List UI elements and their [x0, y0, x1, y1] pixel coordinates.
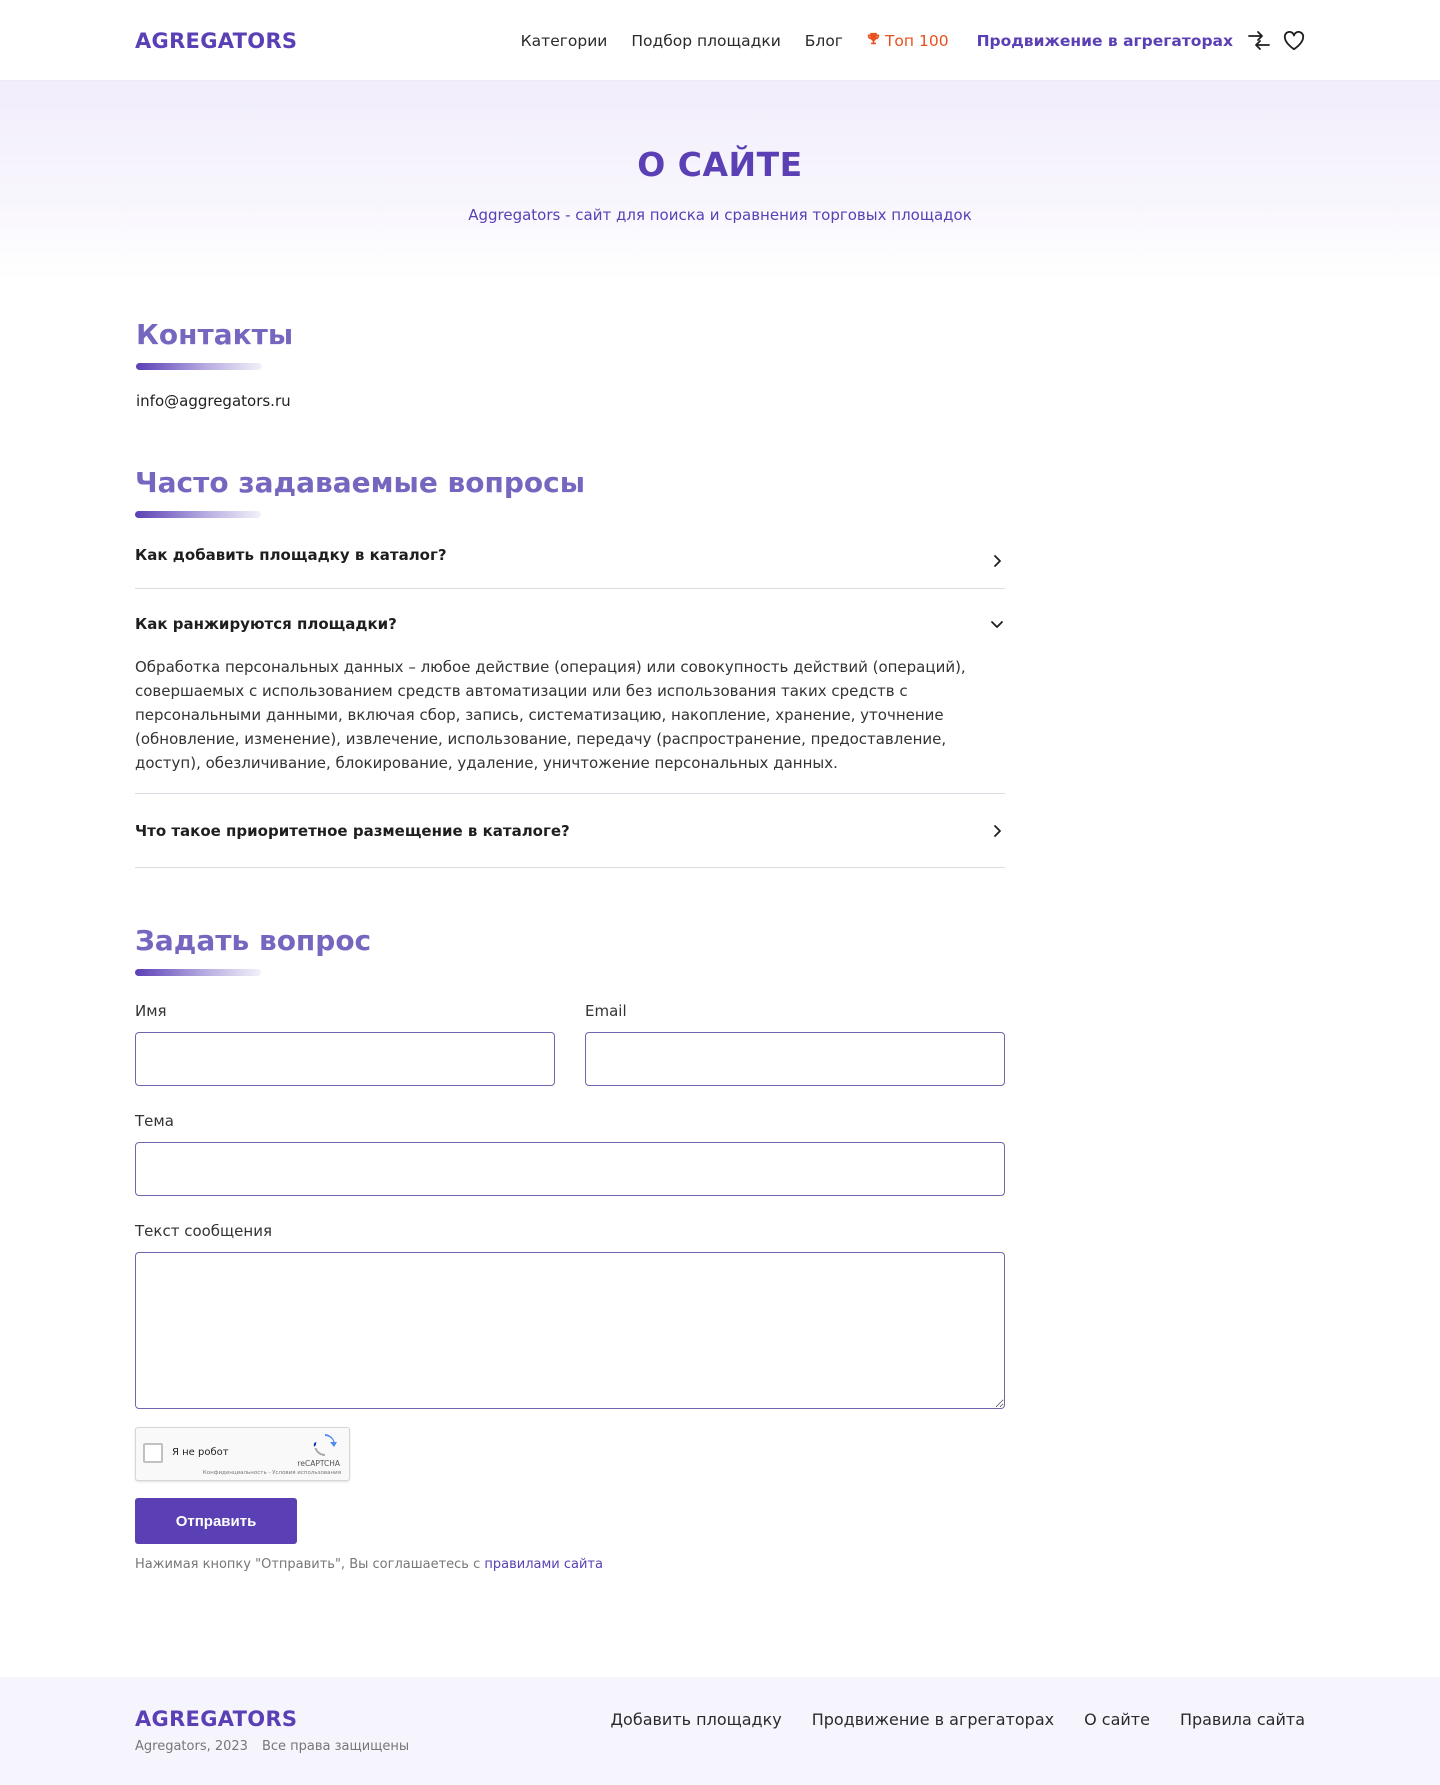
nav-promo[interactable]: Продвижение в агрегаторах: [977, 32, 1233, 50]
chevron-down-icon: [989, 616, 1005, 632]
contacts-title: Контакты: [136, 318, 294, 351]
recaptcha-widget: Я не робот reCAPTCHA Конфиденциальность …: [135, 1427, 350, 1481]
site-footer: AGREGATORS Agregators, 2023 Все права защ…: [0, 1677, 1440, 1785]
chevron-right-icon: [989, 553, 1005, 569]
name-label: Имя: [135, 1002, 167, 1020]
faq-question-toggle[interactable]: Как добавить площадку в каталог?: [135, 522, 1005, 588]
recaptcha-checkbox[interactable]: [143, 1443, 163, 1463]
faq-item: Как ранжируются площадки? Обработка перс…: [135, 589, 1005, 794]
subject-field: Тема: [135, 1112, 1305, 1196]
name-field: Имя: [135, 1002, 555, 1086]
footer-link-rules[interactable]: Правила сайта: [1180, 1710, 1305, 1754]
nav-top100-label: Топ 100: [884, 31, 949, 50]
email-field: Email: [585, 1002, 1005, 1086]
message-textarea[interactable]: [135, 1252, 1005, 1409]
title-underline: [135, 969, 261, 976]
name-input[interactable]: [135, 1032, 555, 1086]
agreement-text: Нажимая кнопку "Отправить", Вы соглашает…: [135, 1557, 1305, 1572]
ask-question-section: Задать вопрос Имя Email Тема Текст сообщ…: [135, 924, 1305, 1572]
main-content: Контакты info@aggregators.ru Часто задав…: [135, 318, 1305, 1572]
footer-copyright: Agregators, 2023 Все права защищены: [135, 1739, 409, 1754]
nav-blog[interactable]: Блог: [805, 32, 843, 50]
title-underline: [136, 363, 262, 370]
nav-top100[interactable]: Топ 100: [867, 32, 949, 50]
logo[interactable]: AGREGATORS: [135, 29, 297, 53]
site-rules-link[interactable]: правилами сайта: [484, 1557, 603, 1572]
recaptcha-icon: [310, 1433, 340, 1461]
recaptcha-brand: reCAPTCHA: [297, 1459, 340, 1468]
copyright-text: Agregators, 2023: [135, 1739, 248, 1754]
faq-question-toggle[interactable]: Что такое приоритетное размещение в ката…: [135, 794, 1005, 867]
ask-form: Имя Email Тема Текст сообщения Я не робо…: [135, 1002, 1305, 1572]
footer-link-about[interactable]: О сайте: [1084, 1710, 1150, 1754]
heart-icon[interactable]: [1283, 30, 1305, 51]
message-field: Текст сообщения: [135, 1222, 1305, 1409]
faq-item: Как добавить площадку в каталог?: [135, 522, 1005, 589]
contacts-section: Контакты info@aggregators.ru: [135, 318, 1305, 410]
compare-icon[interactable]: [1247, 30, 1271, 52]
email-label: Email: [585, 1002, 627, 1020]
faq-question-toggle[interactable]: Как ранжируются площадки?: [135, 589, 1005, 659]
faq-title: Часто задаваемые вопросы: [135, 466, 586, 499]
trophy-icon: [867, 32, 880, 49]
subject-label: Тема: [135, 1112, 174, 1130]
footer-logo[interactable]: AGREGATORS: [135, 1707, 409, 1731]
faq-answer: Обработка персональных данных – любое де…: [135, 658, 966, 772]
faq-question: Как ранжируются площадки?: [135, 615, 397, 633]
contact-email[interactable]: info@aggregators.ru: [136, 392, 1305, 410]
agreement-prefix: Нажимая кнопку "Отправить", Вы соглашает…: [135, 1557, 485, 1572]
footer-link-add[interactable]: Добавить площадку: [611, 1710, 782, 1754]
nav-selection[interactable]: Подбор площадки: [631, 32, 780, 50]
main-nav: Категории Подбор площадки Блог Топ 100 П…: [497, 30, 1305, 52]
form-row-name-email: Имя Email: [135, 1002, 1305, 1086]
footer-nav: Добавить площадку Продвижение в агрегато…: [581, 1707, 1305, 1754]
faq-item: Что такое приоритетное размещение в ката…: [135, 794, 1005, 868]
nav-categories[interactable]: Категории: [521, 32, 608, 50]
footer-link-promo[interactable]: Продвижение в агрегаторах: [812, 1710, 1054, 1754]
email-input[interactable]: [585, 1032, 1005, 1086]
site-header: AGREGATORS Категории Подбор площадки Бло…: [0, 0, 1440, 81]
faq-section: Часто задаваемые вопросы Как добавить пл…: [135, 466, 1305, 868]
submit-button[interactable]: Отправить: [135, 1498, 297, 1544]
title-underline: [135, 511, 261, 518]
faq-question: Что такое приоритетное размещение в ката…: [135, 821, 570, 840]
page-title: О САЙТЕ: [637, 145, 803, 184]
recaptcha-terms[interactable]: Конфиденциальность - Условия использован…: [203, 1470, 341, 1476]
faq-question: Как добавить площадку в каталог?: [135, 546, 447, 564]
message-label: Текст сообщения: [135, 1222, 272, 1240]
footer-brand: AGREGATORS Agregators, 2023 Все права защ…: [135, 1707, 409, 1754]
faq-list: Как добавить площадку в каталог? Как ран…: [135, 522, 1005, 868]
ask-title: Задать вопрос: [135, 924, 372, 957]
recaptcha-label: Я не робот: [172, 1447, 229, 1458]
hero: О САЙТЕ Aggregators - сайт для поиска и …: [0, 81, 1440, 280]
rights-text: Все права защищены: [261, 1739, 410, 1754]
page-subtitle: Aggregators - сайт для поиска и сравнени…: [468, 206, 972, 224]
chevron-right-icon: [989, 823, 1005, 839]
subject-input[interactable]: [135, 1142, 1005, 1196]
